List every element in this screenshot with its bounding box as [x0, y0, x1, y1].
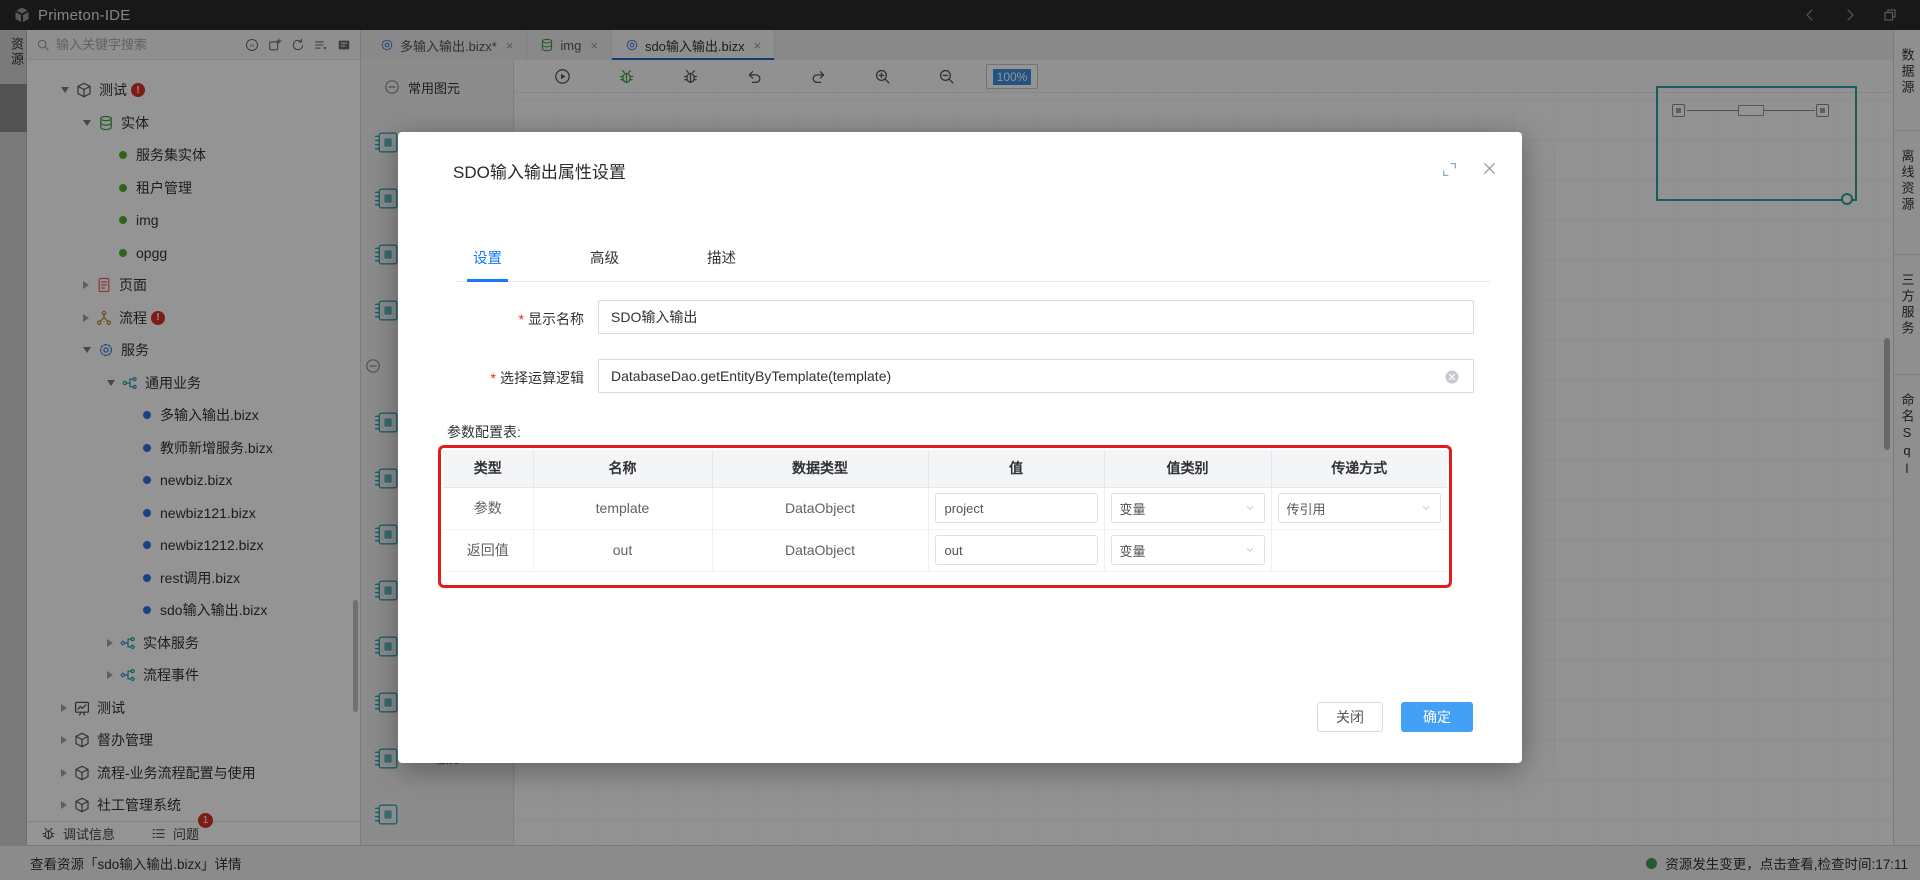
- param-name-cell: template: [533, 487, 712, 529]
- close-icon[interactable]: [1481, 160, 1498, 177]
- select-value: 变量: [1120, 541, 1146, 560]
- param-config-table: 类型名称数据类型值值类别传递方式 参数templateDataObject 变量 传…: [443, 450, 1447, 572]
- param-value-cell: [928, 529, 1104, 571]
- passing-mode-select[interactable]: 传引用: [1278, 493, 1442, 523]
- table-header-值类别: 值类别: [1104, 450, 1271, 487]
- value-category-cell: 变量: [1104, 529, 1271, 571]
- param-type-cell: 返回值: [443, 529, 533, 571]
- chevron-down-icon: [1244, 544, 1256, 556]
- param-type-cell: 参数: [443, 487, 533, 529]
- param-value-input[interactable]: [935, 535, 1098, 565]
- passing-mode-cell: 传引用: [1271, 487, 1447, 529]
- table-header-传递方式: 传递方式: [1271, 450, 1447, 487]
- clear-field-icon[interactable]: [1444, 369, 1460, 385]
- chevron-down-icon: [1244, 502, 1256, 514]
- dialog-title: SDO输入输出属性设置: [453, 158, 626, 183]
- value-category-select[interactable]: 变量: [1111, 493, 1265, 523]
- table-header-类型: 类型: [443, 450, 533, 487]
- table-header-值: 值: [928, 450, 1104, 487]
- fullscreen-icon[interactable]: [1441, 161, 1458, 178]
- logic-select-label: *选择运算逻辑: [452, 368, 584, 388]
- chevron-down-icon: [1420, 502, 1432, 514]
- dialog-tabs: 设置 高级 描述: [455, 240, 1490, 282]
- dialog-tab-描述[interactable]: 描述: [701, 240, 742, 279]
- select-value: 传引用: [1287, 499, 1326, 518]
- param-value-input[interactable]: [935, 493, 1098, 523]
- table-header-名称: 名称: [533, 450, 712, 487]
- passing-mode-cell: [1271, 529, 1447, 571]
- primeton-ide-window: Primeton-IDE 资源 AI 测试!实体服务集实体租户管理imgopgg…: [0, 0, 1920, 880]
- dialog-tab-设置[interactable]: 设置: [467, 240, 508, 282]
- param-row-template: 参数templateDataObject 变量 传引用: [443, 487, 1447, 529]
- display-name-input[interactable]: [598, 300, 1474, 334]
- param-datatype-cell: DataObject: [712, 529, 928, 571]
- param-datatype-cell: DataObject: [712, 487, 928, 529]
- select-value: 变量: [1120, 499, 1146, 518]
- close-button[interactable]: 关闭: [1317, 702, 1383, 732]
- required-mark: *: [491, 370, 496, 386]
- sdo-io-properties-dialog: SDO输入输出属性设置 设置高级描述 *显示名称 *选择运算逻辑 参数配置表: …: [398, 132, 1522, 763]
- value-category-cell: 变量: [1104, 487, 1271, 529]
- param-row-out: 返回值outDataObject 变量: [443, 529, 1447, 571]
- display-name-label: *显示名称: [452, 309, 584, 329]
- param-value-cell: [928, 487, 1104, 529]
- dialog-tab-高级[interactable]: 高级: [584, 240, 625, 279]
- confirm-button[interactable]: 确定: [1401, 702, 1473, 732]
- value-category-select[interactable]: 变量: [1111, 535, 1265, 565]
- required-mark: *: [519, 311, 524, 327]
- table-header-数据类型: 数据类型: [712, 450, 928, 487]
- logic-select-input[interactable]: [598, 359, 1474, 393]
- param-name-cell: out: [533, 529, 712, 571]
- param-table-label: 参数配置表:: [447, 422, 521, 442]
